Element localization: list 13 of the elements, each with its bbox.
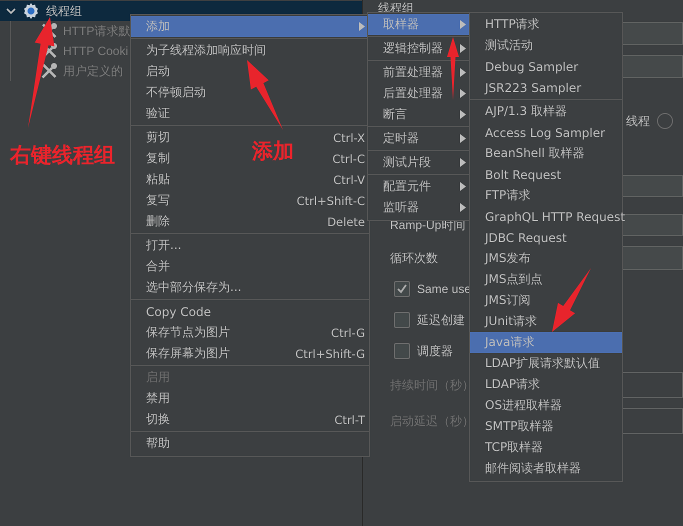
shortcut-text: Ctrl-C — [332, 152, 365, 166]
radio-label: 线程 — [626, 112, 650, 130]
shortcut-text: Ctrl-V — [333, 172, 365, 186]
checkbox-label: 调度器 — [417, 342, 453, 360]
shortcut-text: Ctrl-T — [334, 412, 365, 426]
shortcut-text: Ctrl+Shift-G — [295, 346, 365, 360]
shortcut-text: Delete — [327, 214, 365, 228]
shortcut-text: Ctrl+Shift-C — [296, 194, 365, 208]
checkbox-label: 延迟创建 — [417, 312, 465, 328]
annotation-label: 右键线程组 — [10, 142, 115, 169]
shortcut-text: Ctrl-G — [331, 326, 365, 340]
annotation-label: 添加 — [252, 138, 294, 165]
shortcut-text: Ctrl-X — [333, 130, 365, 144]
